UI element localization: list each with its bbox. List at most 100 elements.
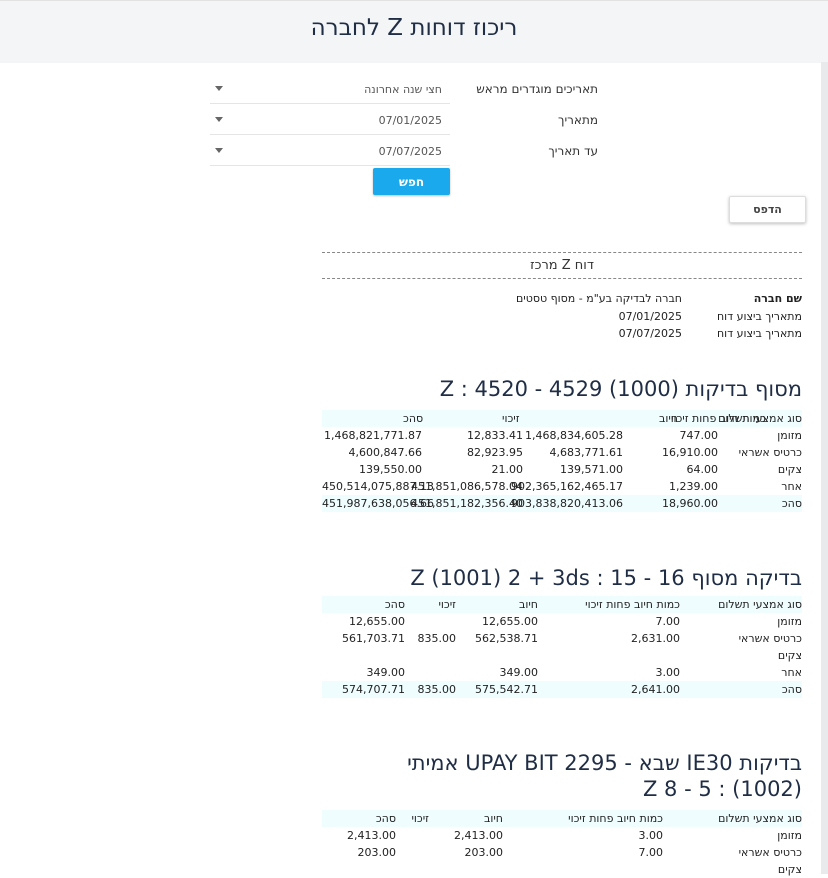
section-title: בדיקה מסוף 16 - 15 : Z (1001) 2 + 3ds — [410, 566, 802, 590]
cell: 7.00 — [655, 615, 681, 628]
cell: 203.00 — [357, 846, 397, 859]
cell: 835.00 — [417, 632, 457, 645]
chevron-down-icon — [215, 86, 223, 91]
page-title: ריכוז דוחות Z לחברה — [310, 15, 518, 41]
cell: 349.00 — [499, 666, 539, 679]
cell: 1,239.00 — [669, 480, 718, 493]
divider — [322, 278, 802, 279]
cell: 2,413.00 — [454, 829, 503, 842]
section-title: בדיקות IE30 שבא - UPAY BIT 2295 אמיתי (1… — [407, 751, 802, 801]
cell: סהכ — [781, 683, 802, 696]
header-cell: זיכוי — [411, 812, 429, 825]
table-header-row: סוג אמצעי תשלום כמות חיוב פחות זיכוי חיו… — [322, 410, 802, 427]
header-cell: חיוב — [518, 598, 538, 611]
header-cell: סהכ — [375, 812, 396, 825]
table-row: מזומן 7.00 12,655.00 12,655.00 — [322, 613, 802, 630]
from-date-value: 07/01/2025 — [378, 114, 442, 127]
table-row: כרטיס אשראי 16,910.00 4,683,771.61 82,92… — [322, 444, 802, 461]
preset-dates-select[interactable]: חצי שנה אחרונה — [210, 77, 450, 104]
cell: 1,468,834,605.28 — [525, 429, 623, 442]
cell: 4,600,847.66 — [348, 446, 422, 459]
cell: 139,571.00 — [560, 463, 623, 476]
table-row: אחר 3.00 349.00 349.00 — [322, 664, 803, 681]
cell: 574,707.71 — [342, 683, 405, 696]
table-row: צקים — [322, 861, 802, 878]
section-title: מסוף בדיקות (1000) 4529 - 4520 : Z — [439, 377, 802, 401]
cell: 450,514,075,887.13 — [322, 480, 434, 493]
to-date-field[interactable]: 07/07/2025 — [210, 139, 450, 166]
cell: 12,655.00 — [482, 615, 538, 628]
search-button[interactable]: חפש — [373, 168, 450, 195]
to-date-value: 07/07/2025 — [378, 145, 442, 158]
header-cell: סוג אמצעי תשלום — [718, 598, 802, 611]
table-row: צקים 64.00 139,571.00 21.00 139,550.00 — [322, 461, 802, 478]
preset-dates-label: תאריכים מוגדרים מראש — [476, 82, 598, 96]
cell: אחר — [781, 666, 802, 679]
cell: 1,468,821,771.87 — [324, 429, 422, 442]
print-button[interactable]: הדפס — [729, 196, 806, 223]
chevron-down-icon — [215, 148, 223, 153]
cell: 561,703.71 — [342, 632, 405, 645]
page-header: ריכוז דוחות Z לחברה — [0, 0, 828, 63]
report-from-value: 07/01/2025 — [618, 310, 682, 323]
cell: 7.00 — [638, 846, 664, 859]
cell: מזומן — [777, 429, 802, 442]
to-date-label: עד תאריך — [548, 144, 598, 158]
report-title: דוח Z מרכז — [530, 258, 594, 273]
header-cell: חיוב — [483, 812, 503, 825]
table-total-row: סהכ 18,960.00 903,838,820,413.06 451,851… — [322, 495, 802, 512]
cell: 2,413.00 — [347, 829, 396, 842]
report-to-value: 07/07/2025 — [618, 327, 682, 340]
header-cell: כמות חיוב פחות זיכוי — [585, 598, 680, 611]
cell: 18,960.00 — [662, 497, 718, 510]
table-row: כרטיס אשראי 7.00 203.00 203.00 — [322, 844, 803, 861]
company-name-label: שם חברה — [753, 292, 802, 305]
header-cell: חיוב — [658, 412, 678, 425]
header-cell: כמות חיוב פחות זיכוי — [671, 412, 766, 425]
cell: 12,655.00 — [349, 615, 405, 628]
cell: 562,538.71 — [475, 632, 538, 645]
cell: 4,683,771.61 — [549, 446, 623, 459]
table-header-row: סוג אמצעי תשלום כמות חיוב פחות זיכוי חיו… — [322, 596, 802, 613]
table-row: צקים — [322, 647, 802, 664]
cell: 16,910.00 — [662, 446, 718, 459]
header-cell: זיכוי — [502, 412, 520, 425]
cell: 575,542.71 — [475, 683, 538, 696]
cell: 3.00 — [638, 829, 664, 842]
cell: סהכ — [781, 497, 802, 510]
table-total-row: סהכ 2,641.00 575,542.71 835.00 574,707.7… — [322, 681, 802, 698]
chevron-down-icon — [215, 117, 223, 122]
from-date-label: מתאריך — [558, 113, 598, 127]
z-report-table: סוג אמצעי תשלום כמות חיוב פחות זיכוי חיו… — [322, 410, 802, 512]
company-name-value: חברה לבדיקה בע"מ - מסוף טסטים — [515, 292, 682, 305]
cell: 64.00 — [686, 463, 719, 476]
header-cell: סהכ — [384, 598, 405, 611]
cell: 903,838,820,413.06 — [511, 497, 623, 510]
cell: 21.00 — [491, 463, 524, 476]
table-row: מזומן 747.00 1,468,834,605.28 12,833.41 … — [322, 427, 802, 444]
cell: 2,641.00 — [631, 683, 680, 696]
cell: 2,631.00 — [631, 632, 680, 645]
cell: מזומן — [777, 829, 802, 842]
cell: 747.00 — [679, 429, 719, 442]
cell: מזומן — [777, 615, 802, 628]
from-date-field[interactable]: 07/01/2025 — [210, 108, 450, 135]
scrollbar[interactable] — [821, 62, 828, 874]
cell: 451,987,638,056.66 — [322, 497, 434, 510]
header-cell: סהכ — [403, 412, 424, 425]
cell: 12,833.41 — [467, 429, 523, 442]
header-cell: סוג אמצעי תשלום — [718, 812, 802, 825]
report-from-label: מתאריך ביצוע דוח — [716, 310, 802, 323]
cell: 3.00 — [655, 666, 681, 679]
table-row: מזומן 3.00 2,413.00 2,413.00 — [322, 827, 802, 844]
divider — [322, 252, 802, 253]
cell: אחר — [781, 480, 802, 493]
cell: 203.00 — [464, 846, 504, 859]
cell: צקים — [777, 863, 802, 876]
preset-dates-value: חצי שנה אחרונה — [364, 83, 442, 96]
cell: כרטיס אשראי — [738, 446, 802, 459]
table-header-row: סוג אמצעי תשלום כמות חיוב פחות זיכוי חיו… — [322, 810, 802, 827]
cell: 349.00 — [366, 666, 406, 679]
cell: צקים — [777, 463, 802, 476]
header-cell: כמות חיוב פחות זיכוי — [568, 812, 663, 825]
